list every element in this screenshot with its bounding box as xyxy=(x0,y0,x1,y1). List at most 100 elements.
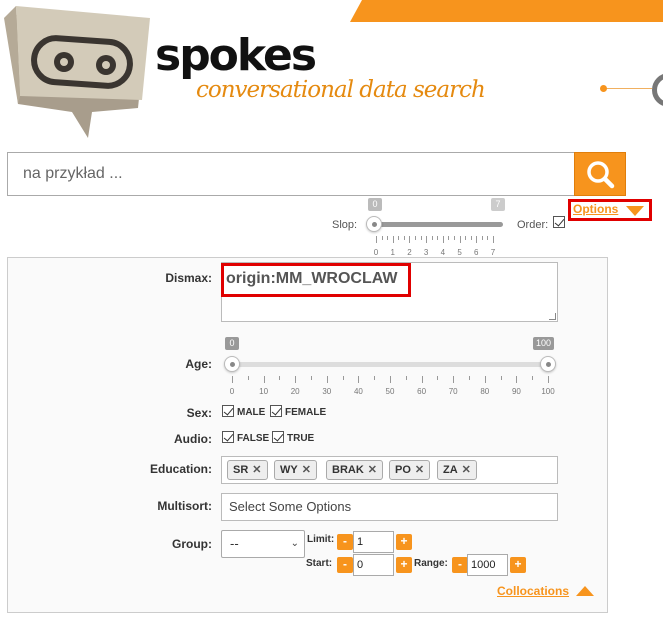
audio-true-checkbox[interactable] xyxy=(272,431,284,443)
limit-label: Limit: xyxy=(307,534,335,545)
age-minor-tick xyxy=(279,376,281,380)
age-major-tick xyxy=(390,376,391,383)
education-tag: PO ✕ xyxy=(389,460,431,480)
start-input[interactable]: 0 xyxy=(353,554,394,576)
order-label: Order: xyxy=(517,219,549,231)
search-input[interactable] xyxy=(8,153,574,195)
age-minor-tick xyxy=(374,376,376,380)
tag-label: PO xyxy=(395,464,411,476)
order-checkbox[interactable] xyxy=(553,216,565,228)
education-tag: BRAK ✕ xyxy=(326,460,383,480)
slop-major-tick xyxy=(493,236,494,243)
age-major-tick xyxy=(232,376,233,383)
age-tick-label: 0 xyxy=(229,387,235,396)
range-increment-button[interactable]: + xyxy=(510,557,526,573)
multisort-select[interactable]: Select Some Options xyxy=(221,493,558,521)
start-increment-button[interactable]: + xyxy=(396,557,412,573)
slop-minor-tick xyxy=(420,236,422,240)
slop-major-tick xyxy=(409,236,411,243)
tag-label: ZA xyxy=(443,464,458,476)
slop-major-tick xyxy=(476,236,478,243)
age-minor-tick xyxy=(247,376,249,380)
female-checkbox[interactable] xyxy=(270,405,282,417)
search-button[interactable] xyxy=(574,152,626,196)
slop-tick-label: 2 xyxy=(407,248,412,257)
header-accent-bar xyxy=(350,0,663,22)
slop-tick-label: 6 xyxy=(474,248,479,257)
slop-minor-tick xyxy=(454,236,455,240)
tag-label: WY xyxy=(280,464,298,476)
limit-increment-button[interactable]: + xyxy=(396,534,412,550)
range-input[interactable]: 1000 xyxy=(467,554,508,576)
slop-minor-tick xyxy=(431,236,433,240)
age-tick-label: 30 xyxy=(322,387,332,396)
expand-down-icon[interactable] xyxy=(626,206,644,216)
slop-label: Slop: xyxy=(332,219,358,231)
female-label: FEMALE xyxy=(285,407,327,418)
age-slider-max-handle[interactable] xyxy=(540,356,556,372)
male-checkbox[interactable] xyxy=(222,405,234,417)
decorative-line xyxy=(606,88,652,89)
slop-tick-label: 1 xyxy=(390,248,395,257)
sex-label: Sex: xyxy=(186,406,212,420)
tag-label: SR xyxy=(233,464,249,476)
age-major-tick xyxy=(484,376,486,383)
age-slider-track[interactable] xyxy=(232,362,548,367)
remove-tag-icon[interactable]: ✕ xyxy=(252,464,261,476)
chevron-down-icon: ⌄ xyxy=(290,538,299,549)
group-select[interactable]: -- ⌄ xyxy=(221,530,305,558)
audio-false-label: FALSE xyxy=(237,433,270,444)
age-tick-label: 80 xyxy=(480,387,490,396)
age-minor-tick xyxy=(500,376,502,380)
age-minor-tick xyxy=(342,376,344,380)
dismax-label: Dismax: xyxy=(165,271,212,285)
audio-false-checkbox[interactable] xyxy=(222,431,234,443)
age-max-badge: 100 xyxy=(533,337,555,350)
cassette-logo-icon xyxy=(4,6,150,138)
start-decrement-button[interactable]: - xyxy=(337,557,353,573)
group-value: -- xyxy=(230,536,239,551)
age-label: Age: xyxy=(185,357,212,371)
range-decrement-button[interactable]: - xyxy=(452,557,468,573)
brand-name: spokes xyxy=(155,30,317,81)
multisort-label: Multisort: xyxy=(157,499,212,513)
slop-tick-label: 0 xyxy=(373,248,379,257)
age-minor-tick xyxy=(532,376,534,380)
remove-tag-icon[interactable]: ✕ xyxy=(302,464,311,476)
audio-true-label: TRUE xyxy=(287,433,315,444)
slop-tick-label: 3 xyxy=(423,248,429,257)
limit-decrement-button[interactable]: - xyxy=(337,534,353,550)
slop-max-badge: 7 xyxy=(491,198,505,211)
resize-handle-icon[interactable] xyxy=(549,313,556,320)
slop-major-tick xyxy=(459,236,461,243)
age-tick-label: 40 xyxy=(353,387,363,396)
slop-minor-tick xyxy=(448,236,450,240)
education-label: Education: xyxy=(150,462,212,476)
remove-tag-icon[interactable]: ✕ xyxy=(368,464,377,476)
remove-tag-icon[interactable]: ✕ xyxy=(462,464,471,476)
start-label: Start: xyxy=(306,558,333,569)
remove-tag-icon[interactable]: ✕ xyxy=(415,464,424,476)
options-link[interactable]: Options xyxy=(573,202,618,216)
education-tag: SR ✕ xyxy=(227,460,268,480)
age-minor-tick xyxy=(469,376,470,380)
slop-tick-label: 7 xyxy=(490,248,496,257)
slop-minor-tick xyxy=(387,236,389,240)
slop-slider-handle[interactable] xyxy=(366,216,382,232)
collapse-up-icon[interactable] xyxy=(576,586,594,596)
decorative-dot xyxy=(600,85,607,92)
education-tag: WY ✕ xyxy=(274,460,317,480)
limit-input[interactable]: 1 xyxy=(353,531,394,553)
age-major-tick xyxy=(548,376,549,383)
range-label: Range: xyxy=(414,558,448,569)
slop-major-tick xyxy=(392,236,394,243)
dismax-value: origin:MM_WROCLAW xyxy=(226,270,398,287)
age-tick-label: 10 xyxy=(259,387,269,396)
slop-minor-tick xyxy=(470,236,472,240)
search-bar xyxy=(7,152,626,196)
slop-major-tick xyxy=(426,236,428,243)
age-slider-min-handle[interactable] xyxy=(224,356,240,372)
age-tick-label: 100 xyxy=(541,387,555,396)
collocations-link[interactable]: Collocations xyxy=(497,584,569,598)
slop-slider-track[interactable] xyxy=(374,222,503,227)
